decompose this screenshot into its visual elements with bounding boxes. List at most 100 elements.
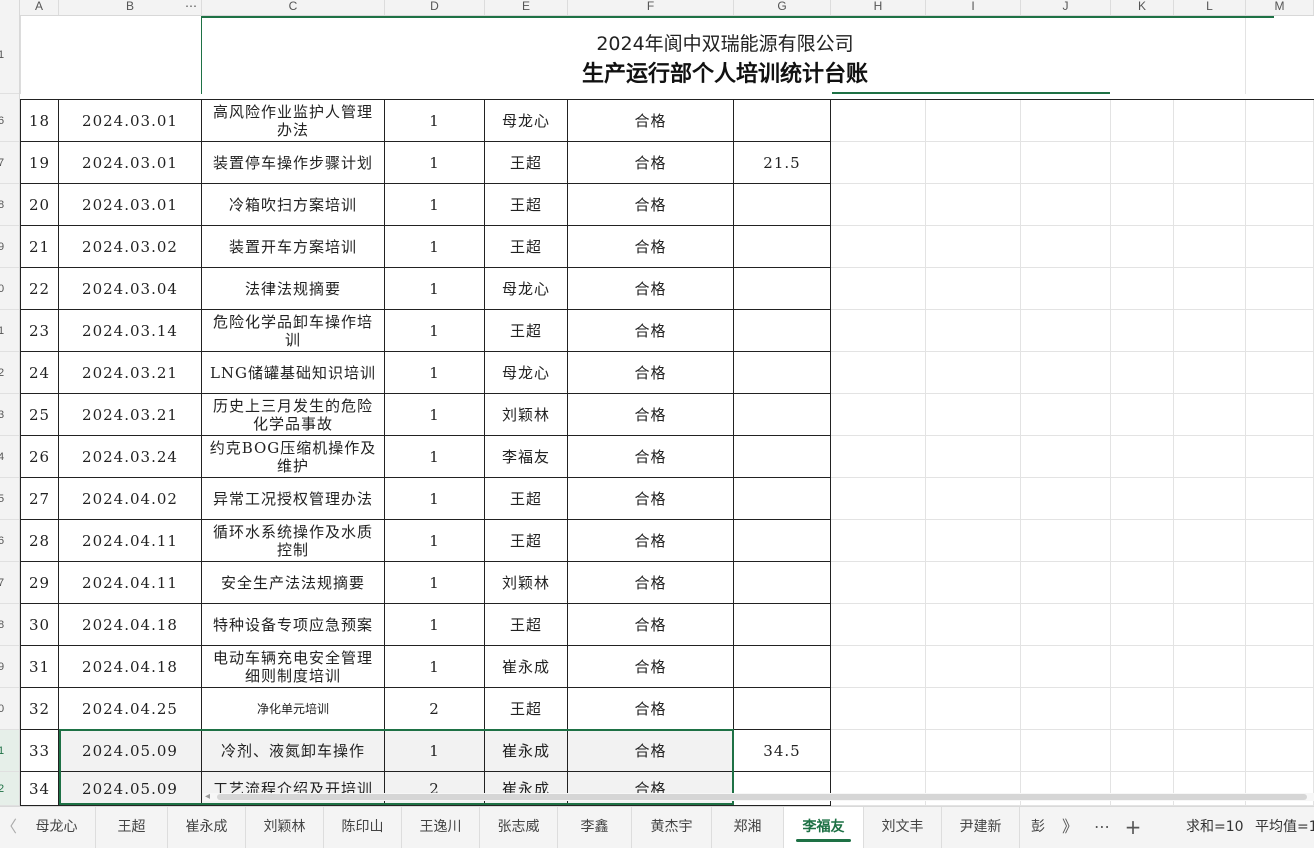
cell-date[interactable]: 2024.03.21 bbox=[59, 394, 202, 436]
row-header[interactable]: 9 bbox=[0, 226, 19, 268]
cell-date[interactable]: 2024.03.21 bbox=[59, 352, 202, 394]
empty-cell[interactable] bbox=[1021, 478, 1111, 520]
empty-cell[interactable] bbox=[1111, 436, 1174, 478]
empty-cell[interactable] bbox=[926, 478, 1021, 520]
cell-no[interactable]: 18 bbox=[20, 100, 59, 142]
sheet-tab[interactable]: 郑湘 bbox=[712, 807, 784, 848]
cell-date[interactable]: 2024.03.24 bbox=[59, 436, 202, 478]
empty-cell[interactable] bbox=[926, 310, 1021, 352]
empty-cell[interactable] bbox=[1246, 478, 1314, 520]
empty-cell[interactable] bbox=[1021, 352, 1111, 394]
row-header[interactable]: 6 bbox=[0, 520, 19, 562]
row-header[interactable]: 2 bbox=[0, 772, 19, 806]
empty-cell[interactable] bbox=[1021, 562, 1111, 604]
horizontal-scrollbar[interactable]: ◂ bbox=[203, 791, 1314, 802]
empty-cell[interactable] bbox=[1174, 646, 1246, 688]
column-header-c[interactable]: C bbox=[202, 0, 385, 15]
empty-cell[interactable] bbox=[1111, 310, 1174, 352]
column-header-j[interactable]: J bbox=[1021, 0, 1111, 15]
empty-cell[interactable] bbox=[1174, 352, 1246, 394]
row-header[interactable]: 1 bbox=[0, 730, 19, 772]
cell-date[interactable]: 2024.03.14 bbox=[59, 310, 202, 352]
cell-trainer[interactable]: 刘颖林 bbox=[485, 562, 568, 604]
empty-cell[interactable] bbox=[831, 310, 926, 352]
empty-cell[interactable] bbox=[1174, 520, 1246, 562]
cell-result[interactable]: 合格 bbox=[568, 436, 734, 478]
empty-cell[interactable] bbox=[831, 352, 926, 394]
cell-course[interactable]: 安全生产法法规摘要 bbox=[202, 562, 385, 604]
cell-result[interactable]: 合格 bbox=[568, 100, 734, 142]
cell-result[interactable]: 合格 bbox=[568, 646, 734, 688]
sheet-menu-icon[interactable]: ⋯ bbox=[1090, 807, 1114, 848]
row-header[interactable]: 3 bbox=[0, 394, 19, 436]
empty-cell[interactable] bbox=[1111, 478, 1174, 520]
cell-extra[interactable] bbox=[734, 352, 831, 394]
empty-cell[interactable] bbox=[1021, 184, 1111, 226]
column-header-l[interactable]: L bbox=[1174, 0, 1246, 15]
cell-hours[interactable]: 1 bbox=[385, 562, 485, 604]
cell-extra[interactable] bbox=[734, 478, 831, 520]
empty-cell[interactable] bbox=[831, 184, 926, 226]
empty-cell[interactable] bbox=[1246, 268, 1314, 310]
cell-extra[interactable] bbox=[734, 520, 831, 562]
cell-course[interactable]: 高风险作业监护人管理办法 bbox=[202, 100, 385, 142]
cell-no[interactable]: 24 bbox=[20, 352, 59, 394]
row-header[interactable]: 0 bbox=[0, 268, 19, 310]
sheet-tab[interactable]: 刘颖林 bbox=[246, 807, 324, 848]
empty-cell[interactable] bbox=[1246, 142, 1314, 184]
column-header-k[interactable]: K bbox=[1111, 0, 1174, 15]
column-header-i[interactable]: I bbox=[926, 0, 1021, 15]
empty-cell[interactable] bbox=[1111, 352, 1174, 394]
empty-cell[interactable] bbox=[1021, 226, 1111, 268]
cell-course[interactable]: 法律法规摘要 bbox=[202, 268, 385, 310]
cell-course[interactable]: 约克BOG压缩机操作及维护 bbox=[202, 436, 385, 478]
empty-cell[interactable] bbox=[926, 394, 1021, 436]
empty-cell[interactable] bbox=[926, 268, 1021, 310]
cell-date[interactable]: 2024.04.18 bbox=[59, 646, 202, 688]
more-icon[interactable]: ⋯ bbox=[185, 0, 197, 13]
row-header[interactable]: 8 bbox=[0, 184, 19, 226]
cell-extra[interactable] bbox=[734, 268, 831, 310]
add-sheet-icon[interactable]: + bbox=[1120, 807, 1146, 848]
cell-course[interactable]: 装置开车方案培训 bbox=[202, 226, 385, 268]
empty-cell[interactable] bbox=[1174, 730, 1246, 772]
empty-cell[interactable] bbox=[1111, 562, 1174, 604]
title-merged-cell[interactable]: 2024年阆中双瑞能源有限公司 生产运行部个人培训统计台账 bbox=[20, 16, 1314, 95]
empty-cell[interactable] bbox=[926, 646, 1021, 688]
empty-cell[interactable] bbox=[1246, 730, 1314, 772]
row-header[interactable]: 1 bbox=[0, 310, 19, 352]
cell-no[interactable]: 28 bbox=[20, 520, 59, 562]
empty-cell[interactable] bbox=[1021, 436, 1111, 478]
cell-no[interactable]: 20 bbox=[20, 184, 59, 226]
cell-trainer[interactable]: 王超 bbox=[485, 478, 568, 520]
empty-cell[interactable] bbox=[831, 688, 926, 730]
empty-cell[interactable] bbox=[831, 226, 926, 268]
cell-extra[interactable] bbox=[734, 646, 831, 688]
row-header[interactable]: 0 bbox=[0, 688, 19, 730]
empty-cell[interactable] bbox=[1021, 604, 1111, 646]
cell-result[interactable]: 合格 bbox=[568, 226, 734, 268]
sheet-tab[interactable]: 王逸川 bbox=[402, 807, 480, 848]
cell-hours[interactable]: 1 bbox=[385, 520, 485, 562]
empty-cell[interactable] bbox=[926, 142, 1021, 184]
empty-cell[interactable] bbox=[1111, 646, 1174, 688]
empty-cell[interactable] bbox=[1174, 226, 1246, 268]
cell-hours[interactable]: 1 bbox=[385, 310, 485, 352]
cell-trainer[interactable]: 崔永成 bbox=[485, 730, 568, 772]
cell-hours[interactable]: 1 bbox=[385, 142, 485, 184]
empty-cell[interactable] bbox=[1021, 142, 1111, 184]
empty-cell[interactable] bbox=[1246, 310, 1314, 352]
empty-cell[interactable] bbox=[1111, 520, 1174, 562]
empty-cell[interactable] bbox=[1111, 730, 1174, 772]
cell-no[interactable]: 22 bbox=[20, 268, 59, 310]
cell-trainer[interactable]: 母龙心 bbox=[485, 100, 568, 142]
cell-result[interactable]: 合格 bbox=[568, 520, 734, 562]
cell-no[interactable]: 23 bbox=[20, 310, 59, 352]
sheet-tab[interactable]: 黄杰宇 bbox=[632, 807, 712, 848]
empty-cell[interactable] bbox=[926, 730, 1021, 772]
more-sheets-icon[interactable]: 》 bbox=[1058, 807, 1082, 848]
cell-date[interactable]: 2024.04.11 bbox=[59, 562, 202, 604]
sheet-tab[interactable]: 母龙心 bbox=[18, 807, 96, 848]
empty-cell[interactable] bbox=[1174, 310, 1246, 352]
empty-cell[interactable] bbox=[1021, 394, 1111, 436]
